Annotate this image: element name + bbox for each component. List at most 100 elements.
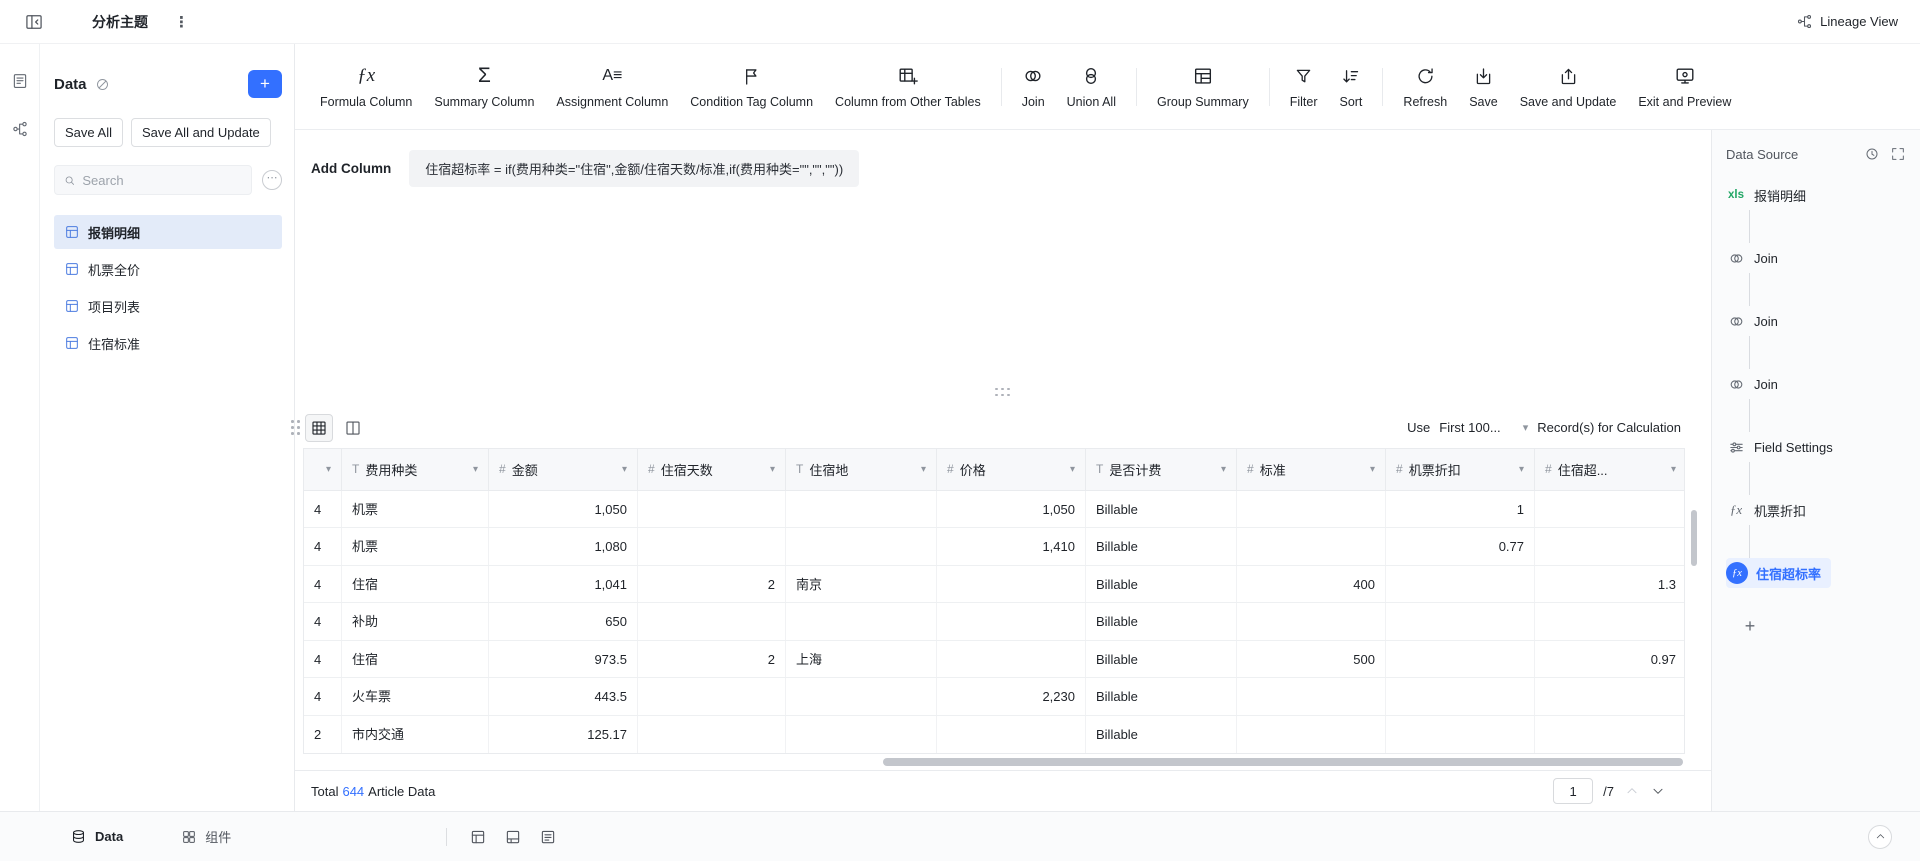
column-dropdown-icon[interactable]: ▾ (1671, 464, 1676, 475)
column-header-住宿地[interactable]: T 住宿地 ▾ (786, 448, 937, 490)
dataset-label: 住宿标准 (88, 336, 141, 352)
table-cell: 4 (304, 603, 342, 640)
column-header-标准[interactable]: # 标准 ▾ (1237, 448, 1386, 490)
search-box[interactable] (54, 165, 252, 195)
column-header-机票折扣[interactable]: # 机票折扣 ▾ (1386, 448, 1535, 490)
node-formula-column-selected[interactable]: ƒx 住宿超标率 (1726, 558, 1832, 588)
circle-slash-icon[interactable] (95, 77, 110, 92)
dataset-item-selected[interactable]: 报销明细 (54, 215, 282, 249)
formula-column-button[interactable]: ƒx Formula Column (309, 64, 423, 109)
column-dropdown-icon[interactable]: ▾ (326, 464, 331, 475)
column-dropdown-icon[interactable]: ▾ (1221, 464, 1226, 475)
column-header-row-index[interactable]: ▾ (304, 448, 342, 490)
column-dropdown-icon[interactable]: ▾ (473, 464, 478, 475)
dataset-item[interactable]: 住宿标准 (54, 326, 282, 360)
data-source-title: Data Source (1726, 146, 1799, 162)
page-down-button[interactable] (1650, 783, 1666, 799)
join-button[interactable]: Join (1011, 64, 1056, 109)
total-suffix: Article Data (368, 783, 436, 799)
table-cell: 400 (1237, 565, 1386, 602)
sort-button[interactable]: Sort (1328, 64, 1373, 109)
more-options-icon[interactable]: ⋯ (262, 170, 282, 190)
node-join[interactable]: Join (1726, 369, 1906, 399)
column-dropdown-icon[interactable]: ▾ (921, 464, 926, 475)
condition-tag-column-button[interactable]: Condition Tag Column (679, 64, 824, 109)
table-cell (1237, 528, 1386, 565)
history-icon[interactable] (1864, 146, 1880, 162)
table-cell (786, 678, 937, 715)
chevron-down-icon (1653, 788, 1663, 794)
node-join[interactable]: Join (1726, 306, 1906, 336)
column-dropdown-icon[interactable]: ▾ (1370, 464, 1375, 475)
table-cell (638, 715, 786, 753)
analysis-list-icon[interactable] (11, 72, 29, 90)
data-flow-icon[interactable] (11, 120, 29, 138)
grid-view-toggle[interactable] (305, 413, 333, 442)
column-dropdown-icon[interactable]: ▾ (770, 464, 775, 475)
add-table-button[interactable]: + (248, 70, 282, 98)
tab-components[interactable]: 组件 (181, 827, 231, 846)
dataset-item[interactable]: 机票全价 (54, 252, 282, 286)
insert-note-icon[interactable] (539, 828, 557, 846)
table-toolbar: Use First 100... ▾ Record(s) for Calcula… (295, 408, 1711, 448)
node-field-settings[interactable]: Field Settings (1726, 432, 1906, 462)
column-dropdown-icon[interactable]: ▾ (1070, 464, 1075, 475)
column-header-费用种类[interactable]: T 费用种类 ▾ (342, 448, 489, 490)
chevron-down-icon: ▾ (1522, 422, 1529, 434)
union-all-button[interactable]: Union All (1056, 64, 1127, 109)
fit-view-icon[interactable] (1890, 146, 1906, 162)
save-and-update-button[interactable]: Save and Update (1509, 64, 1628, 109)
horizontal-scrollbar[interactable] (883, 758, 1683, 766)
vertical-scrollbar[interactable] (1691, 509, 1697, 566)
column-header-住宿天数[interactable]: # 住宿天数 ▾ (638, 448, 786, 490)
records-dropdown[interactable]: First 100... ▾ (1439, 420, 1528, 435)
node-formula-column[interactable]: ƒx 机票折扣 (1726, 495, 1906, 525)
table-cell: 973.5 (489, 640, 638, 677)
column-dropdown-icon[interactable]: ▾ (622, 464, 627, 475)
page-up-button[interactable] (1624, 783, 1640, 799)
add-node-button[interactable]: + (1739, 616, 1761, 637)
save-button[interactable]: Save (1458, 64, 1509, 109)
dataset-list: 报销明细 机票全价 项目列表 住宿标准 (54, 215, 282, 360)
column-dropdown-icon[interactable]: ▾ (1519, 464, 1524, 475)
column-label: 住宿超... (1557, 462, 1608, 478)
insert-card-icon[interactable] (504, 828, 522, 846)
group-summary-button[interactable]: Group Summary (1146, 64, 1260, 109)
more-menu-icon[interactable]: ⋮ (174, 13, 190, 31)
table-cell: 4 (304, 565, 342, 602)
column-header-住宿超...[interactable]: # 住宿超... ▾ (1535, 449, 1686, 490)
page-number-input[interactable] (1553, 778, 1594, 804)
formula-input[interactable]: 住宿超标率 = if(费用种类="住宿",金额/住宿天数/标准,if(费用种类=… (409, 150, 860, 187)
node-join[interactable]: Join (1726, 243, 1906, 273)
split-view-toggle[interactable] (339, 414, 367, 442)
dataset-item[interactable]: 项目列表 (54, 289, 282, 323)
node-label: Field Settings (1754, 439, 1833, 455)
collapse-bottom-panel-button[interactable] (1868, 824, 1892, 849)
save-all-button[interactable]: Save All (54, 118, 123, 147)
table-resize-handle[interactable] (995, 387, 1011, 398)
toolbar-label: Save and Update (1519, 95, 1617, 109)
left-rail (0, 44, 40, 811)
assignment-column-button[interactable]: A≡ Assignment Column (545, 64, 679, 109)
table-cell (786, 715, 937, 753)
column-header-金额[interactable]: # 金额 ▾ (489, 448, 638, 490)
search-input[interactable] (82, 172, 243, 188)
column-header-是否计费[interactable]: T 是否计费 ▾ (1086, 448, 1237, 490)
lineage-view-button[interactable]: Lineage View (1796, 13, 1898, 30)
split-view-icon (346, 420, 360, 435)
tab-data[interactable]: Data (70, 828, 123, 845)
save-all-update-button[interactable]: Save All and Update (130, 118, 271, 147)
table-cell (1237, 715, 1386, 753)
panel-resize-handle[interactable] (291, 420, 301, 436)
column-header-价格[interactable]: # 价格 ▾ (937, 448, 1086, 490)
summary-column-button[interactable]: Σ Summary Column (423, 64, 545, 109)
insert-table-icon[interactable] (469, 828, 487, 846)
refresh-button[interactable]: Refresh (1392, 64, 1458, 109)
table-cell (1386, 603, 1535, 640)
table-cell (638, 678, 786, 715)
exit-and-preview-button[interactable]: Exit and Preview (1627, 64, 1742, 109)
node-source-table[interactable]: xls 报销明细 (1726, 180, 1906, 210)
column-from-other-tables-button[interactable]: Column from Other Tables (824, 64, 992, 109)
filter-button[interactable]: Filter (1279, 64, 1329, 109)
collapse-panel-icon[interactable] (24, 12, 44, 32)
